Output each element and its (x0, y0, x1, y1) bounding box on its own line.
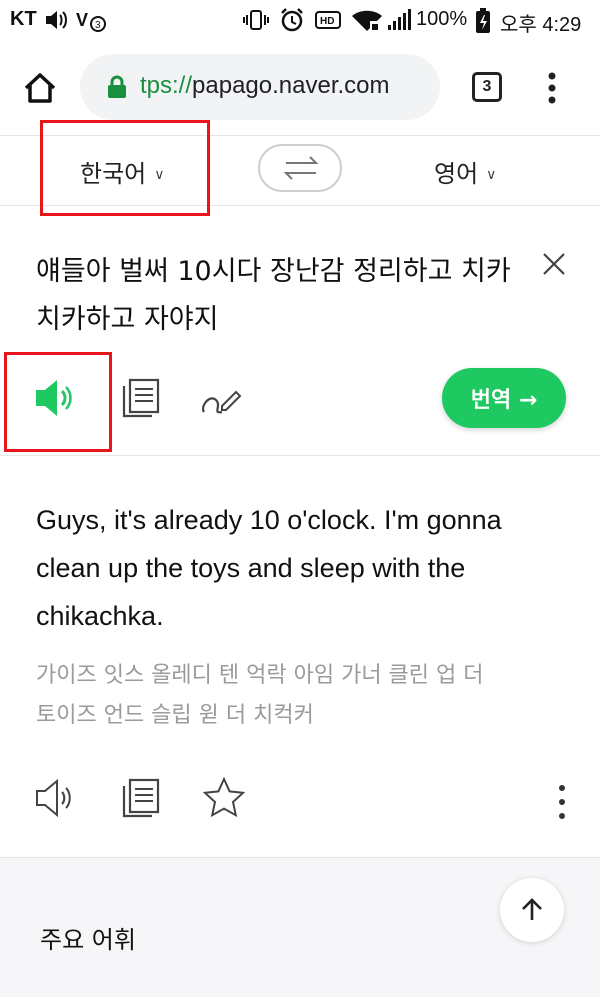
volte-icon: V 3 (76, 10, 106, 32)
menu-dots-icon[interactable] (540, 68, 564, 108)
vocabulary-section: 주요 어휘 (0, 858, 600, 997)
lock-icon (108, 75, 126, 98)
translate-button[interactable]: 번역 → (442, 368, 566, 428)
status-bar: KT V 3 HD 100% 오후 4:29 (0, 0, 600, 40)
source-text[interactable]: 얘들아 벌써 10시다 장난감 정리하고 치카치카하고 자야지 (36, 248, 526, 344)
carrier-label: KT (10, 8, 37, 30)
more-vertical-icon[interactable] (552, 782, 572, 822)
pronunciation-text: 가이즈 잇스 올레디 텐 억락 아임 가너 클린 업 더 토이즈 언드 슬립 윋… (36, 663, 484, 728)
wifi-icon (352, 10, 382, 31)
signal-icon (388, 9, 411, 30)
translated-text: Guys, it's already 10 o'clock. I'm gonna… (36, 505, 502, 631)
url-scheme: tps:// (140, 72, 193, 99)
url-host: papago.naver.com (192, 72, 390, 99)
home-icon[interactable] (20, 68, 60, 108)
swap-languages-button[interactable] (258, 144, 342, 192)
vocabulary-title: 주요 어휘 (40, 926, 136, 954)
scroll-to-top-button[interactable] (500, 878, 564, 942)
address-bar[interactable]: tps://papago.naver.com (80, 54, 440, 120)
clock: 오후 4:29 (500, 14, 582, 36)
copy-icon[interactable] (120, 376, 164, 420)
svg-text:3: 3 (95, 20, 101, 31)
url-text[interactable]: tps://papago.naver.com (140, 72, 390, 100)
speaker-icon[interactable] (34, 776, 78, 820)
result-panel: Guys, it's already 10 o'clock. I'm gonna… (0, 456, 600, 858)
tab-switcher-button[interactable]: 3 (472, 72, 502, 102)
copy-icon[interactable] (120, 776, 164, 820)
target-language-label: 영어 (434, 160, 479, 188)
svg-text:HD: HD (320, 16, 334, 27)
swap-icon (283, 156, 319, 180)
highlight-speaker (4, 352, 112, 452)
target-language-select[interactable]: 영어 ∨ (434, 154, 496, 189)
battery-charging-icon (476, 8, 490, 33)
star-icon[interactable] (202, 776, 246, 820)
arrow-up-icon (522, 898, 542, 920)
svg-text:V: V (76, 10, 88, 30)
vibrate-icon (243, 10, 269, 30)
battery-percent: 100% (416, 8, 468, 30)
volume-icon (46, 11, 67, 29)
chevron-down-icon: ∨ (486, 167, 497, 183)
highlight-source-language (40, 120, 210, 216)
alarm-icon (281, 8, 303, 32)
close-icon[interactable] (540, 250, 568, 278)
handwriting-icon[interactable] (198, 376, 242, 420)
hd-icon: HD (315, 11, 341, 29)
